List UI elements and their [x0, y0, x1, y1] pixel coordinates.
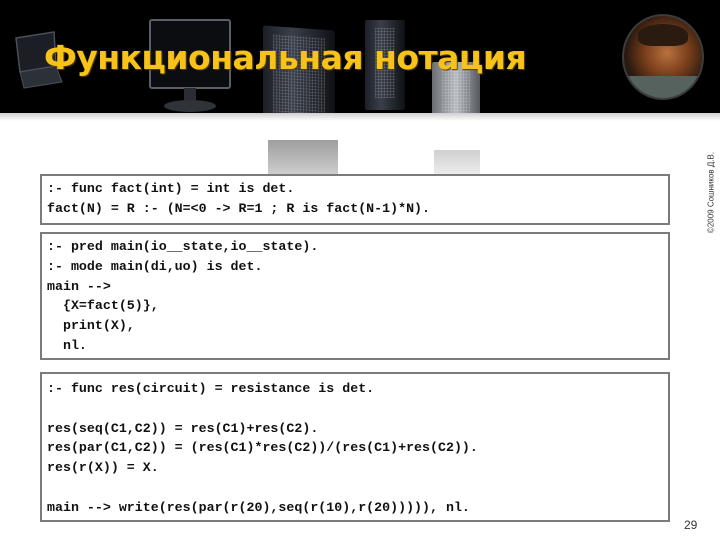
- slide-header-banner: Функциональная нотация: [0, 0, 720, 113]
- page-number: 29: [684, 518, 698, 532]
- code-line: res(par(C1,C2)) = (res(C1)*res(C2))/(res…: [47, 440, 478, 456]
- photo-shirt: [624, 76, 702, 98]
- photo-hair: [638, 24, 688, 46]
- code-line: fact(N) = R :- (N=<0 -> R=1 ; R is fact(…: [47, 200, 431, 216]
- slide-title: Функциональная нотация: [44, 38, 527, 77]
- code-line: nl.: [47, 337, 87, 353]
- code-line: res(r(X)) = X.: [47, 460, 159, 476]
- code-line: {X=fact(5)},: [47, 298, 159, 314]
- code-block-main: :- pred main(io__state,io__state). :- mo…: [40, 232, 670, 360]
- code-line: :- func res(circuit) = resistance is det…: [47, 381, 375, 396]
- code-line: main -->: [47, 278, 111, 294]
- code-block-resistance: :- func res(circuit) = resistance is det…: [40, 372, 670, 522]
- header-divider: [0, 113, 720, 121]
- code-line: :- func fact(int) = int is det.: [47, 181, 295, 196]
- code-line: main --> write(res(par(r(20),seq(r(10),r…: [47, 499, 470, 515]
- code-line: print(X),: [47, 318, 135, 334]
- code-line: res(seq(C1,C2)) = res(C1)+res(C2).: [47, 420, 319, 436]
- code-block-fact: :- func fact(int) = int is det. fact(N) …: [40, 174, 670, 225]
- code-line: :- mode main(di,uo) is det.: [47, 258, 263, 274]
- copyright-note: ©2009 Сошников Д.В.: [706, 132, 716, 252]
- author-photo: [622, 14, 704, 100]
- copyright-text: ©2009 Сошников Д.В.: [706, 151, 716, 234]
- code-line: :- pred main(io__state,io__state).: [47, 239, 319, 254]
